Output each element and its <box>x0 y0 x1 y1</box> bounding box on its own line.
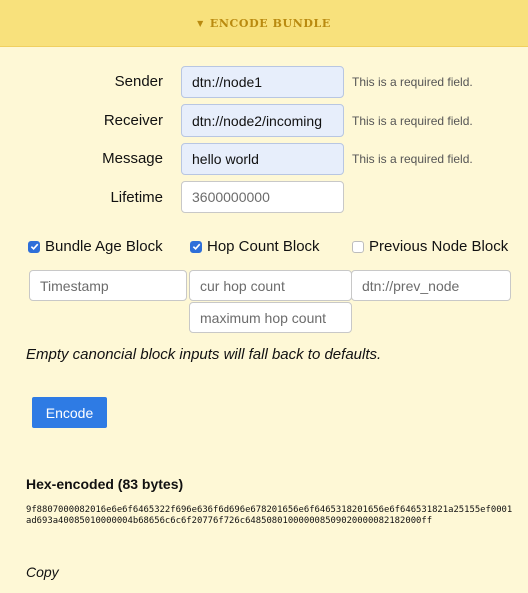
hex-output-title: Hex-encoded (83 bytes) <box>26 476 184 492</box>
hop-count-block-toggle[interactable]: Hop Count Block <box>190 238 320 255</box>
sender-hint: This is a required field. <box>352 75 473 89</box>
max-hop-count-input[interactable]: maximum hop count <box>189 302 352 333</box>
receiver-label: Receiver <box>103 112 163 129</box>
cur-hop-count-input[interactable]: cur hop count <box>189 270 352 301</box>
hop-count-block-label: Hop Count Block <box>207 238 320 255</box>
encode-button[interactable]: Encode <box>32 397 107 428</box>
defaults-note: Empty canoncial block inputs will fall b… <box>26 346 382 363</box>
receiver-input[interactable]: dtn://node2/incoming <box>181 104 344 137</box>
receiver-hint: This is a required field. <box>352 114 473 128</box>
previous-node-block-label: Previous Node Block <box>369 238 509 255</box>
bundle-age-block-label: Bundle Age Block <box>45 238 163 255</box>
sender-input[interactable]: dtn://node1 <box>181 66 344 98</box>
copy-link[interactable]: Copy <box>26 564 59 580</box>
hex-output: 9f8807000082016e6e6f6465322f696e636f6d69… <box>26 505 513 526</box>
sender-label: Sender <box>114 73 163 90</box>
checkbox-checked-icon[interactable] <box>190 240 202 253</box>
message-label: Message <box>102 150 163 167</box>
bundle-age-block-toggle[interactable]: Bundle Age Block <box>28 238 163 255</box>
caret-down-icon: ▼ <box>197 18 204 28</box>
lifetime-input[interactable]: 3600000000 <box>181 181 344 213</box>
lifetime-label: Lifetime <box>110 189 163 206</box>
message-input[interactable]: hello world <box>181 143 344 175</box>
previous-node-block-toggle[interactable]: Previous Node Block <box>352 238 508 255</box>
section-title: ENCODE BUNDLE <box>209 16 331 30</box>
encode-bundle-header[interactable]: ▼ ENCODE BUNDLE <box>0 0 528 47</box>
prev-node-input[interactable]: dtn://prev_node <box>351 270 511 301</box>
checkbox-unchecked-icon[interactable] <box>352 240 364 253</box>
timestamp-input[interactable]: Timestamp <box>29 270 187 301</box>
message-hint: This is a required field. <box>352 152 473 166</box>
checkbox-checked-icon[interactable] <box>28 240 40 253</box>
